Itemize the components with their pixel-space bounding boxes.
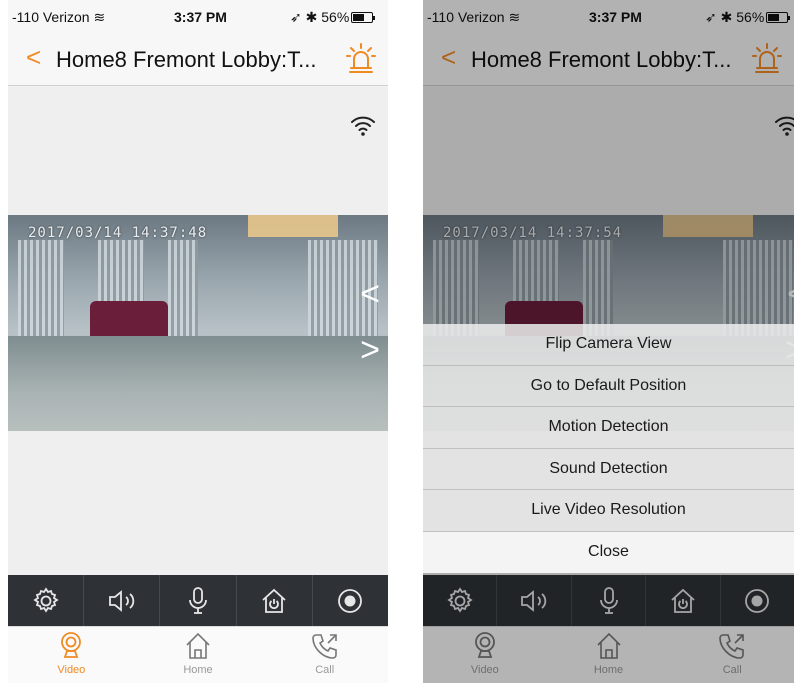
flip-camera-view-option[interactable]: Flip Camera View xyxy=(423,324,794,366)
window-blinds xyxy=(168,240,198,350)
camera-icon xyxy=(61,632,82,658)
prev-camera-button[interactable]: < xyxy=(360,277,380,311)
record-icon xyxy=(338,588,363,613)
settings-button[interactable] xyxy=(8,575,85,626)
motion-detection-option[interactable]: Motion Detection xyxy=(423,407,794,449)
record-button[interactable] xyxy=(313,575,388,626)
page-title: Home8 Fremont Lobby:T... xyxy=(56,47,317,72)
microphone-button[interactable] xyxy=(160,575,237,626)
tab-home-label: Home xyxy=(183,664,213,676)
alarm-icon[interactable] xyxy=(346,42,376,79)
home-mode-button[interactable] xyxy=(237,575,313,626)
tab-call[interactable]: Call xyxy=(261,627,388,683)
phone-screen-left: -110 Verizon ≋ 3:37 PM ➶ ✱ 56% < Home8 F… xyxy=(8,0,388,683)
tab-bar: Video Home Call xyxy=(8,626,388,683)
carrier-label: -110 Verizon ≋ xyxy=(12,9,106,25)
battery-icon xyxy=(351,12,376,23)
tab-call-label: Call xyxy=(315,664,335,676)
ceiling-light xyxy=(248,215,338,237)
phone-call-icon xyxy=(311,634,337,659)
clock: 3:37 PM xyxy=(174,9,227,25)
control-toolbar xyxy=(8,575,388,626)
wifi-status-icon: ≋ xyxy=(93,9,106,25)
window-blinds xyxy=(18,240,64,350)
phone-screen-right: -110 Verizon ≋ 3:37 PM ➶ ✱ 56% < Home8 F… xyxy=(423,0,794,683)
video-resolution-option[interactable]: Live Video Resolution xyxy=(423,490,794,532)
speaker-button[interactable] xyxy=(84,575,161,626)
video-timestamp: 2017/03/14 14:37:48 xyxy=(28,225,208,241)
battery-status: ➶ ✱ 56% xyxy=(290,9,376,26)
action-sheet: Flip Camera View Go to Default Position … xyxy=(423,324,794,574)
sound-detection-option[interactable]: Sound Detection xyxy=(423,448,794,490)
close-button[interactable]: Close xyxy=(423,531,794,573)
default-position-option[interactable]: Go to Default Position xyxy=(423,365,794,407)
camera-live-view[interactable]: 2017/03/14 14:37:48 < > xyxy=(8,215,388,431)
house-icon xyxy=(186,632,210,659)
back-button[interactable]: < xyxy=(26,44,41,70)
home-power-icon xyxy=(262,588,286,613)
speaker-icon xyxy=(108,589,134,612)
tab-home[interactable]: Home xyxy=(135,627,262,683)
next-camera-button[interactable]: > xyxy=(360,333,380,367)
tab-video[interactable]: Video xyxy=(8,627,135,683)
wifi-signal-icon xyxy=(350,115,376,142)
status-bar: -110 Verizon ≋ 3:37 PM ➶ ✱ 56% xyxy=(8,0,388,34)
floor xyxy=(8,336,388,431)
nav-bar: < Home8 Fremont Lobby:T... xyxy=(8,34,388,86)
gear-icon xyxy=(32,586,59,613)
microphone-icon xyxy=(189,586,207,614)
tab-video-label: Video xyxy=(57,664,86,676)
